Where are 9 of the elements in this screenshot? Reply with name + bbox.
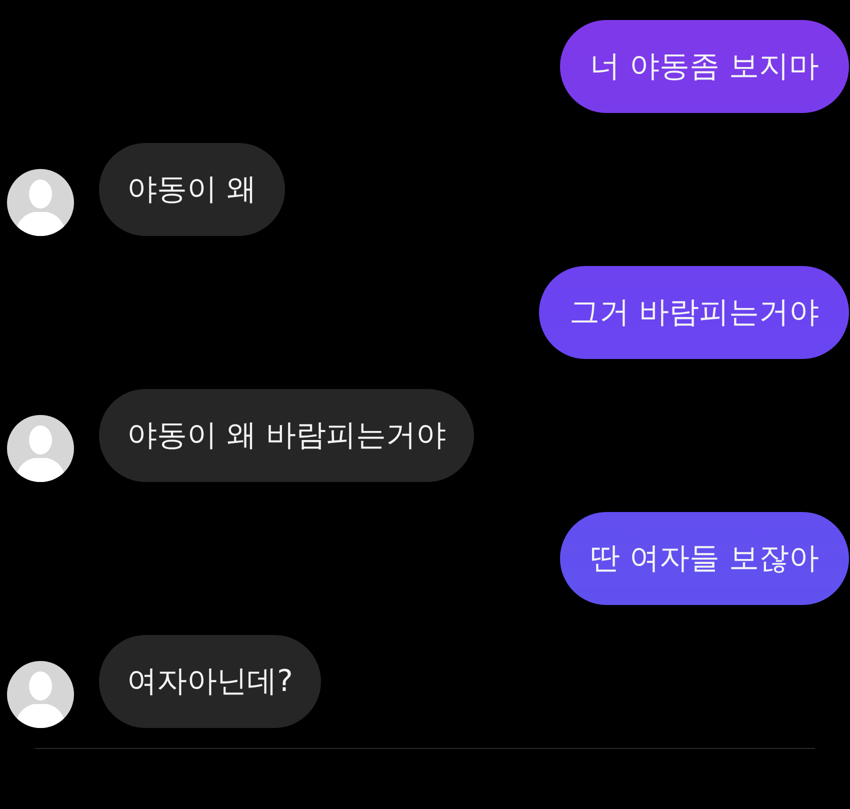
avatar-icon xyxy=(7,415,74,482)
message-bubble: 야동이 왜 바람피는거야 xyxy=(99,389,474,482)
message-bubble: 너 야동좀 보지마 xyxy=(560,20,849,113)
message-bubble: 야동이 왜 xyxy=(99,143,285,236)
avatar-icon xyxy=(7,661,74,728)
message-bubble: 딴 여자들 보잖아 xyxy=(560,512,849,605)
message-bubble: 그거 바람피는거야 xyxy=(539,266,849,359)
message-bubble: 여자아닌데? xyxy=(99,635,321,728)
avatar-icon xyxy=(7,169,74,236)
